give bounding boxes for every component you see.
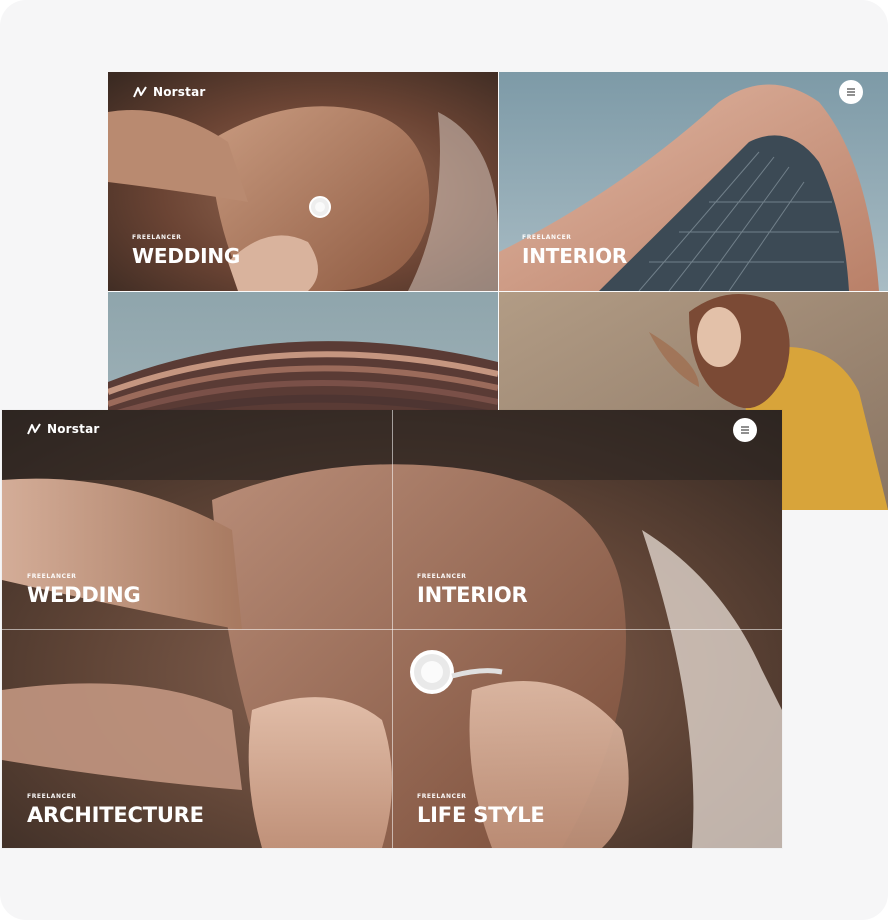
brand-name: Norstar [153, 85, 206, 99]
tile-caption-wedding: FREELANCER WEDDING [27, 573, 141, 606]
tile-title[interactable]: WEDDING [132, 246, 240, 266]
grid-divider-horizontal [108, 291, 888, 292]
tile-eyebrow: FREELANCER [417, 793, 467, 800]
brand-name: Norstar [47, 422, 100, 436]
brand-logo[interactable]: Norstar [133, 85, 206, 99]
tile-title[interactable]: INTERIOR [522, 246, 627, 266]
tile-eyebrow: FREELANCER [27, 793, 77, 800]
tile-title[interactable]: WEDDING [27, 585, 141, 606]
mockup-canvas: Norstar FREELANCER WEDDING FREELANCER IN… [0, 0, 888, 920]
norstar-logo-icon [27, 423, 41, 435]
tile-caption-interior: FREELANCER INTERIOR [522, 234, 627, 266]
tile-title[interactable]: ARCHITECTURE [27, 805, 204, 826]
tile-eyebrow: FREELANCER [417, 573, 467, 580]
tile-caption-interior: FREELANCER INTERIOR [417, 573, 528, 606]
tile-title[interactable]: INTERIOR [417, 585, 528, 606]
tile-eyebrow: FREELANCER [27, 573, 77, 580]
front-screenshot: Norstar FREELANCER WEDDING FREELANCER IN… [2, 410, 782, 848]
hamburger-menu-icon [847, 88, 855, 96]
tile-eyebrow: FREELANCER [522, 234, 572, 241]
tile-eyebrow: FREELANCER [132, 234, 182, 241]
norstar-logo-icon [133, 86, 147, 98]
tile-caption-architecture: FREELANCER ARCHITECTURE [27, 793, 204, 826]
tile-title[interactable]: LIFE STYLE [417, 805, 545, 826]
menu-button[interactable] [839, 80, 863, 104]
tile-caption-life-style: FREELANCER LIFE STYLE [417, 793, 545, 826]
tile-caption-wedding: FREELANCER WEDDING [132, 234, 240, 266]
brand-logo[interactable]: Norstar [27, 422, 100, 436]
hamburger-menu-icon [741, 426, 749, 434]
menu-button[interactable] [733, 418, 757, 442]
